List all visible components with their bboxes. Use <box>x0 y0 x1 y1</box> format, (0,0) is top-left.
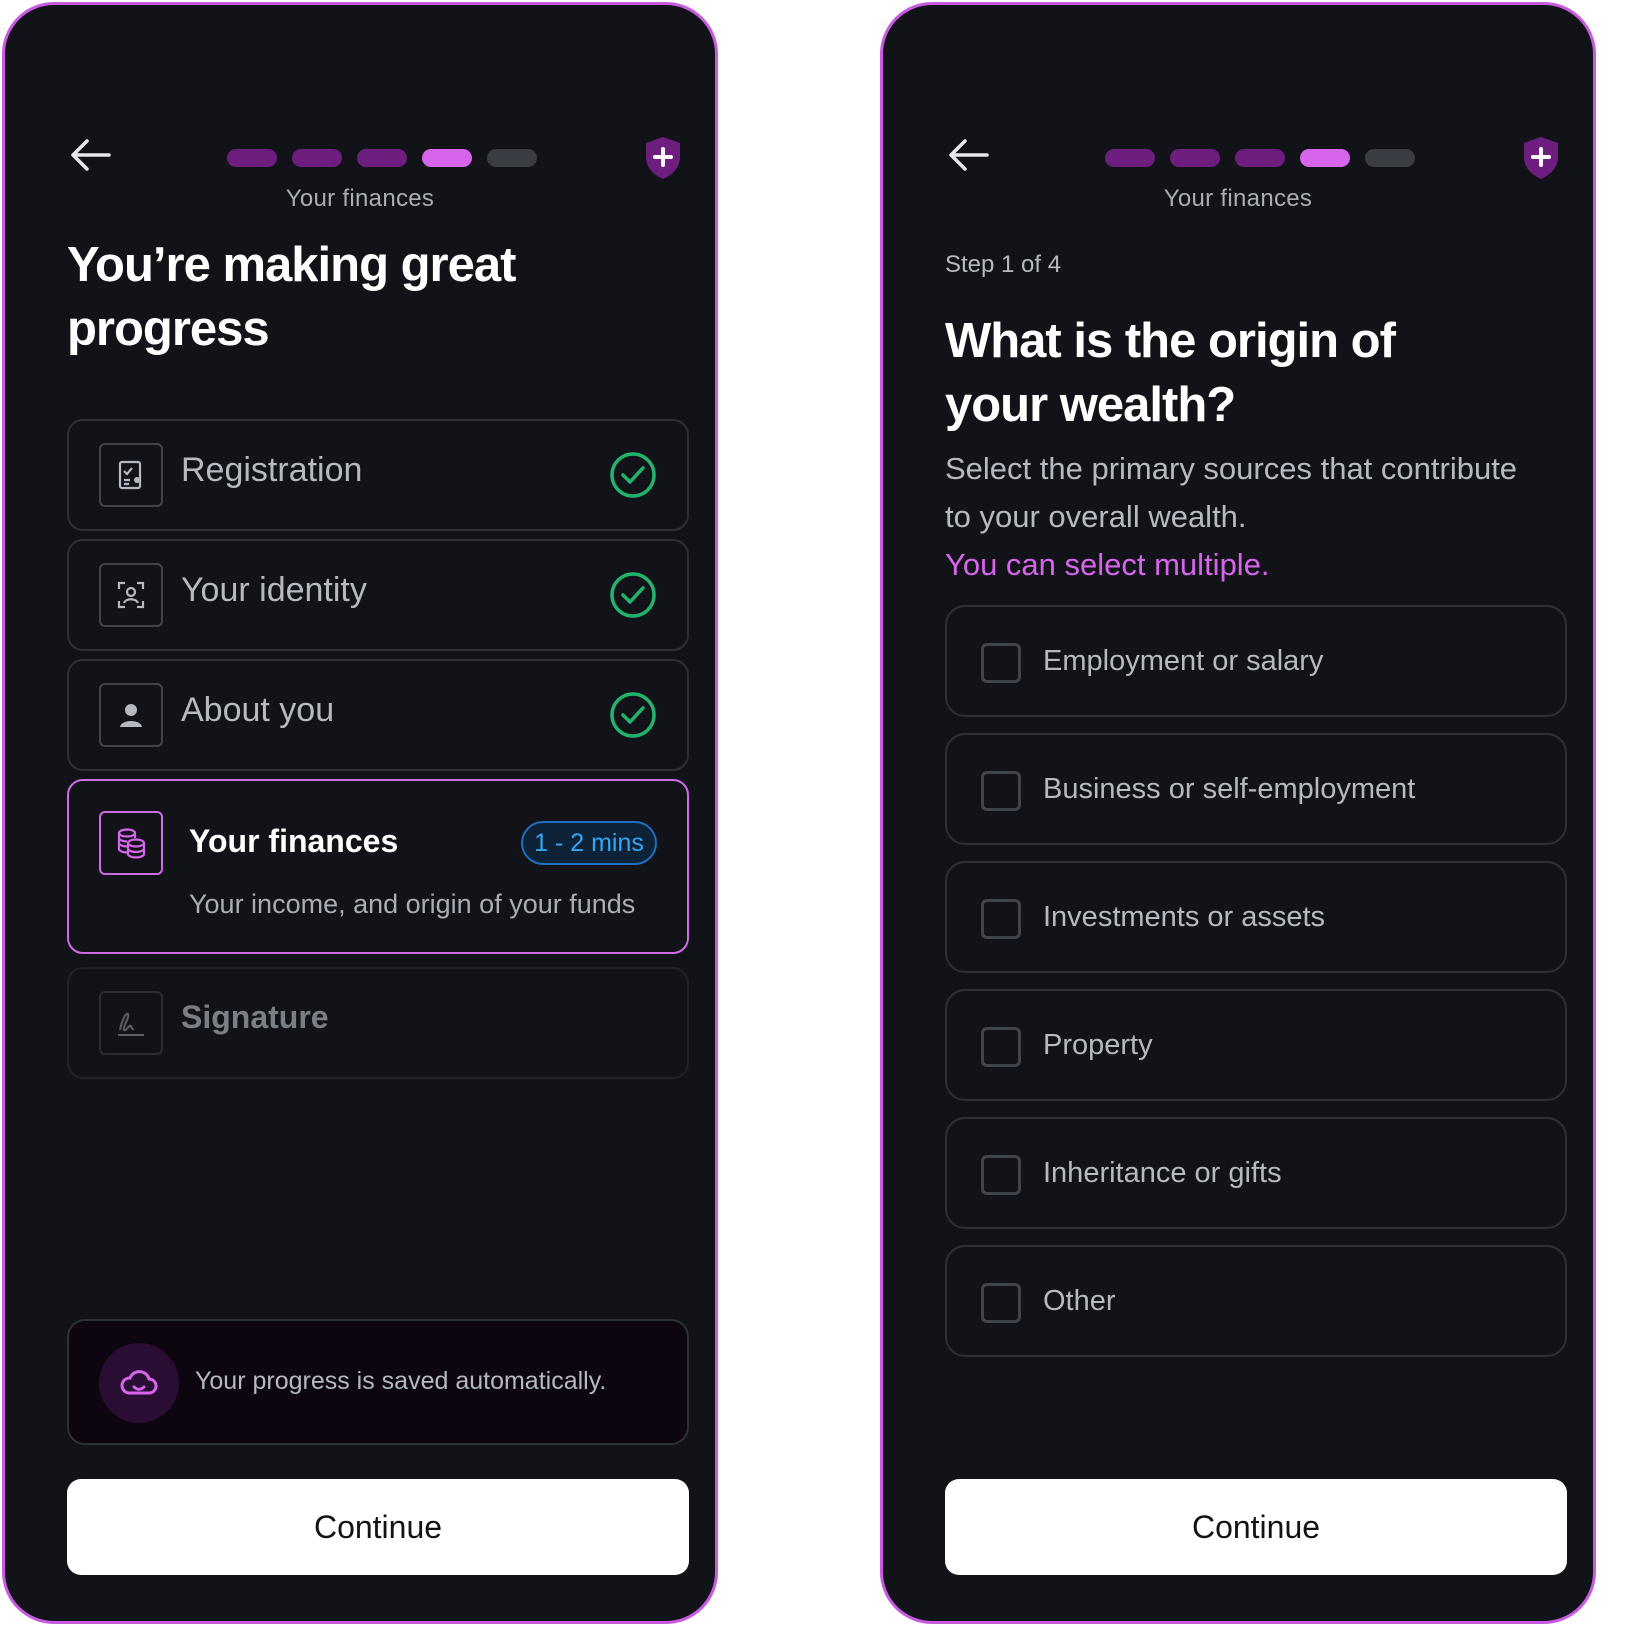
signature-icon <box>99 991 163 1055</box>
progress-segment-done <box>292 149 342 167</box>
check-circle-icon <box>610 692 656 738</box>
autosave-notice: Your progress is saved automatically. <box>67 1319 689 1445</box>
checkbox[interactable] <box>981 1283 1021 1323</box>
document-check-icon <box>99 443 163 507</box>
option-label: Investments or assets <box>1043 901 1326 933</box>
user-icon <box>99 683 163 747</box>
page-title-line1: You’re making great <box>67 238 516 292</box>
back-arrow-icon[interactable] <box>945 135 991 175</box>
progress-segment-pending <box>487 149 537 167</box>
question-title-line1: What is the origin of <box>945 314 1396 368</box>
cloud-icon <box>99 1343 179 1423</box>
option-business[interactable]: Business or self-employment <box>945 733 1567 845</box>
continue-button[interactable]: Continue <box>945 1479 1567 1575</box>
step-label: About you <box>181 691 335 729</box>
description-text: Select the primary sources that contribu… <box>945 451 1518 534</box>
shield-plus-icon <box>646 137 680 179</box>
wealth-origin-screen: Your finances Step 1 of 4 What is the or… <box>880 2 1596 1624</box>
step-registration[interactable]: Registration <box>67 419 689 531</box>
step-identity[interactable]: Your identity <box>67 539 689 651</box>
coins-stack-icon <box>99 811 163 875</box>
back-arrow-icon[interactable] <box>67 135 113 175</box>
checkbox[interactable] <box>981 643 1021 683</box>
progress-segment-done <box>227 149 277 167</box>
step-about-you[interactable]: About you <box>67 659 689 771</box>
continue-button[interactable]: Continue <box>67 1479 689 1575</box>
option-investments[interactable]: Investments or assets <box>945 861 1567 973</box>
step-finances[interactable]: Your finances 1 - 2 mins Your income, an… <box>67 779 689 954</box>
time-estimate-badge: 1 - 2 mins <box>521 821 657 865</box>
step-subtitle: Your income, and origin of your funds <box>189 889 636 919</box>
shield-plus-icon <box>1524 137 1558 179</box>
check-circle-icon <box>610 572 656 618</box>
option-label: Other <box>1043 1285 1116 1317</box>
question-title-line2: your wealth? <box>945 378 1236 432</box>
step-label: Your finances <box>189 823 399 859</box>
option-other[interactable]: Other <box>945 1245 1567 1357</box>
option-property[interactable]: Property <box>945 989 1567 1101</box>
step-signature: Signature <box>67 967 689 1079</box>
progress-indicator <box>1105 149 1415 167</box>
step-counter: Step 1 of 4 <box>945 251 1062 278</box>
option-label: Employment or salary <box>1043 645 1324 677</box>
checkbox[interactable] <box>981 771 1021 811</box>
progress-segment-done <box>1105 149 1155 167</box>
progress-indicator <box>227 149 537 167</box>
progress-segment-done <box>357 149 407 167</box>
option-label: Property <box>1043 1029 1153 1061</box>
option-label: Business or self-employment <box>1043 773 1416 805</box>
step-label: Signature <box>181 999 329 1035</box>
progress-segment-done <box>1170 149 1220 167</box>
section-label: Your finances <box>285 185 435 212</box>
progress-segment-pending <box>1365 149 1415 167</box>
option-employment[interactable]: Employment or salary <box>945 605 1567 717</box>
progress-segment-current <box>422 149 472 167</box>
face-scan-icon <box>99 563 163 627</box>
progress-screen: Your finances You’re making great progre… <box>2 2 718 1624</box>
section-label: Your finances <box>1163 185 1313 212</box>
page-title: You’re making great progress <box>67 233 687 361</box>
step-label: Registration <box>181 451 363 489</box>
multi-select-hint: You can select multiple. <box>945 547 1270 582</box>
step-label: Your identity <box>181 571 367 609</box>
question-title: What is the origin of your wealth? <box>945 309 1565 437</box>
progress-segment-current <box>1300 149 1350 167</box>
checkbox[interactable] <box>981 1027 1021 1067</box>
checkbox[interactable] <box>981 1155 1021 1195</box>
checkbox[interactable] <box>981 899 1021 939</box>
question-description: Select the primary sources that contribu… <box>945 445 1545 589</box>
autosave-text: Your progress is saved automatically. <box>195 1367 607 1395</box>
check-circle-icon <box>610 452 656 498</box>
page-title-line2: progress <box>67 302 270 356</box>
progress-segment-done <box>1235 149 1285 167</box>
option-label: Inheritance or gifts <box>1043 1157 1282 1189</box>
option-inheritance[interactable]: Inheritance or gifts <box>945 1117 1567 1229</box>
